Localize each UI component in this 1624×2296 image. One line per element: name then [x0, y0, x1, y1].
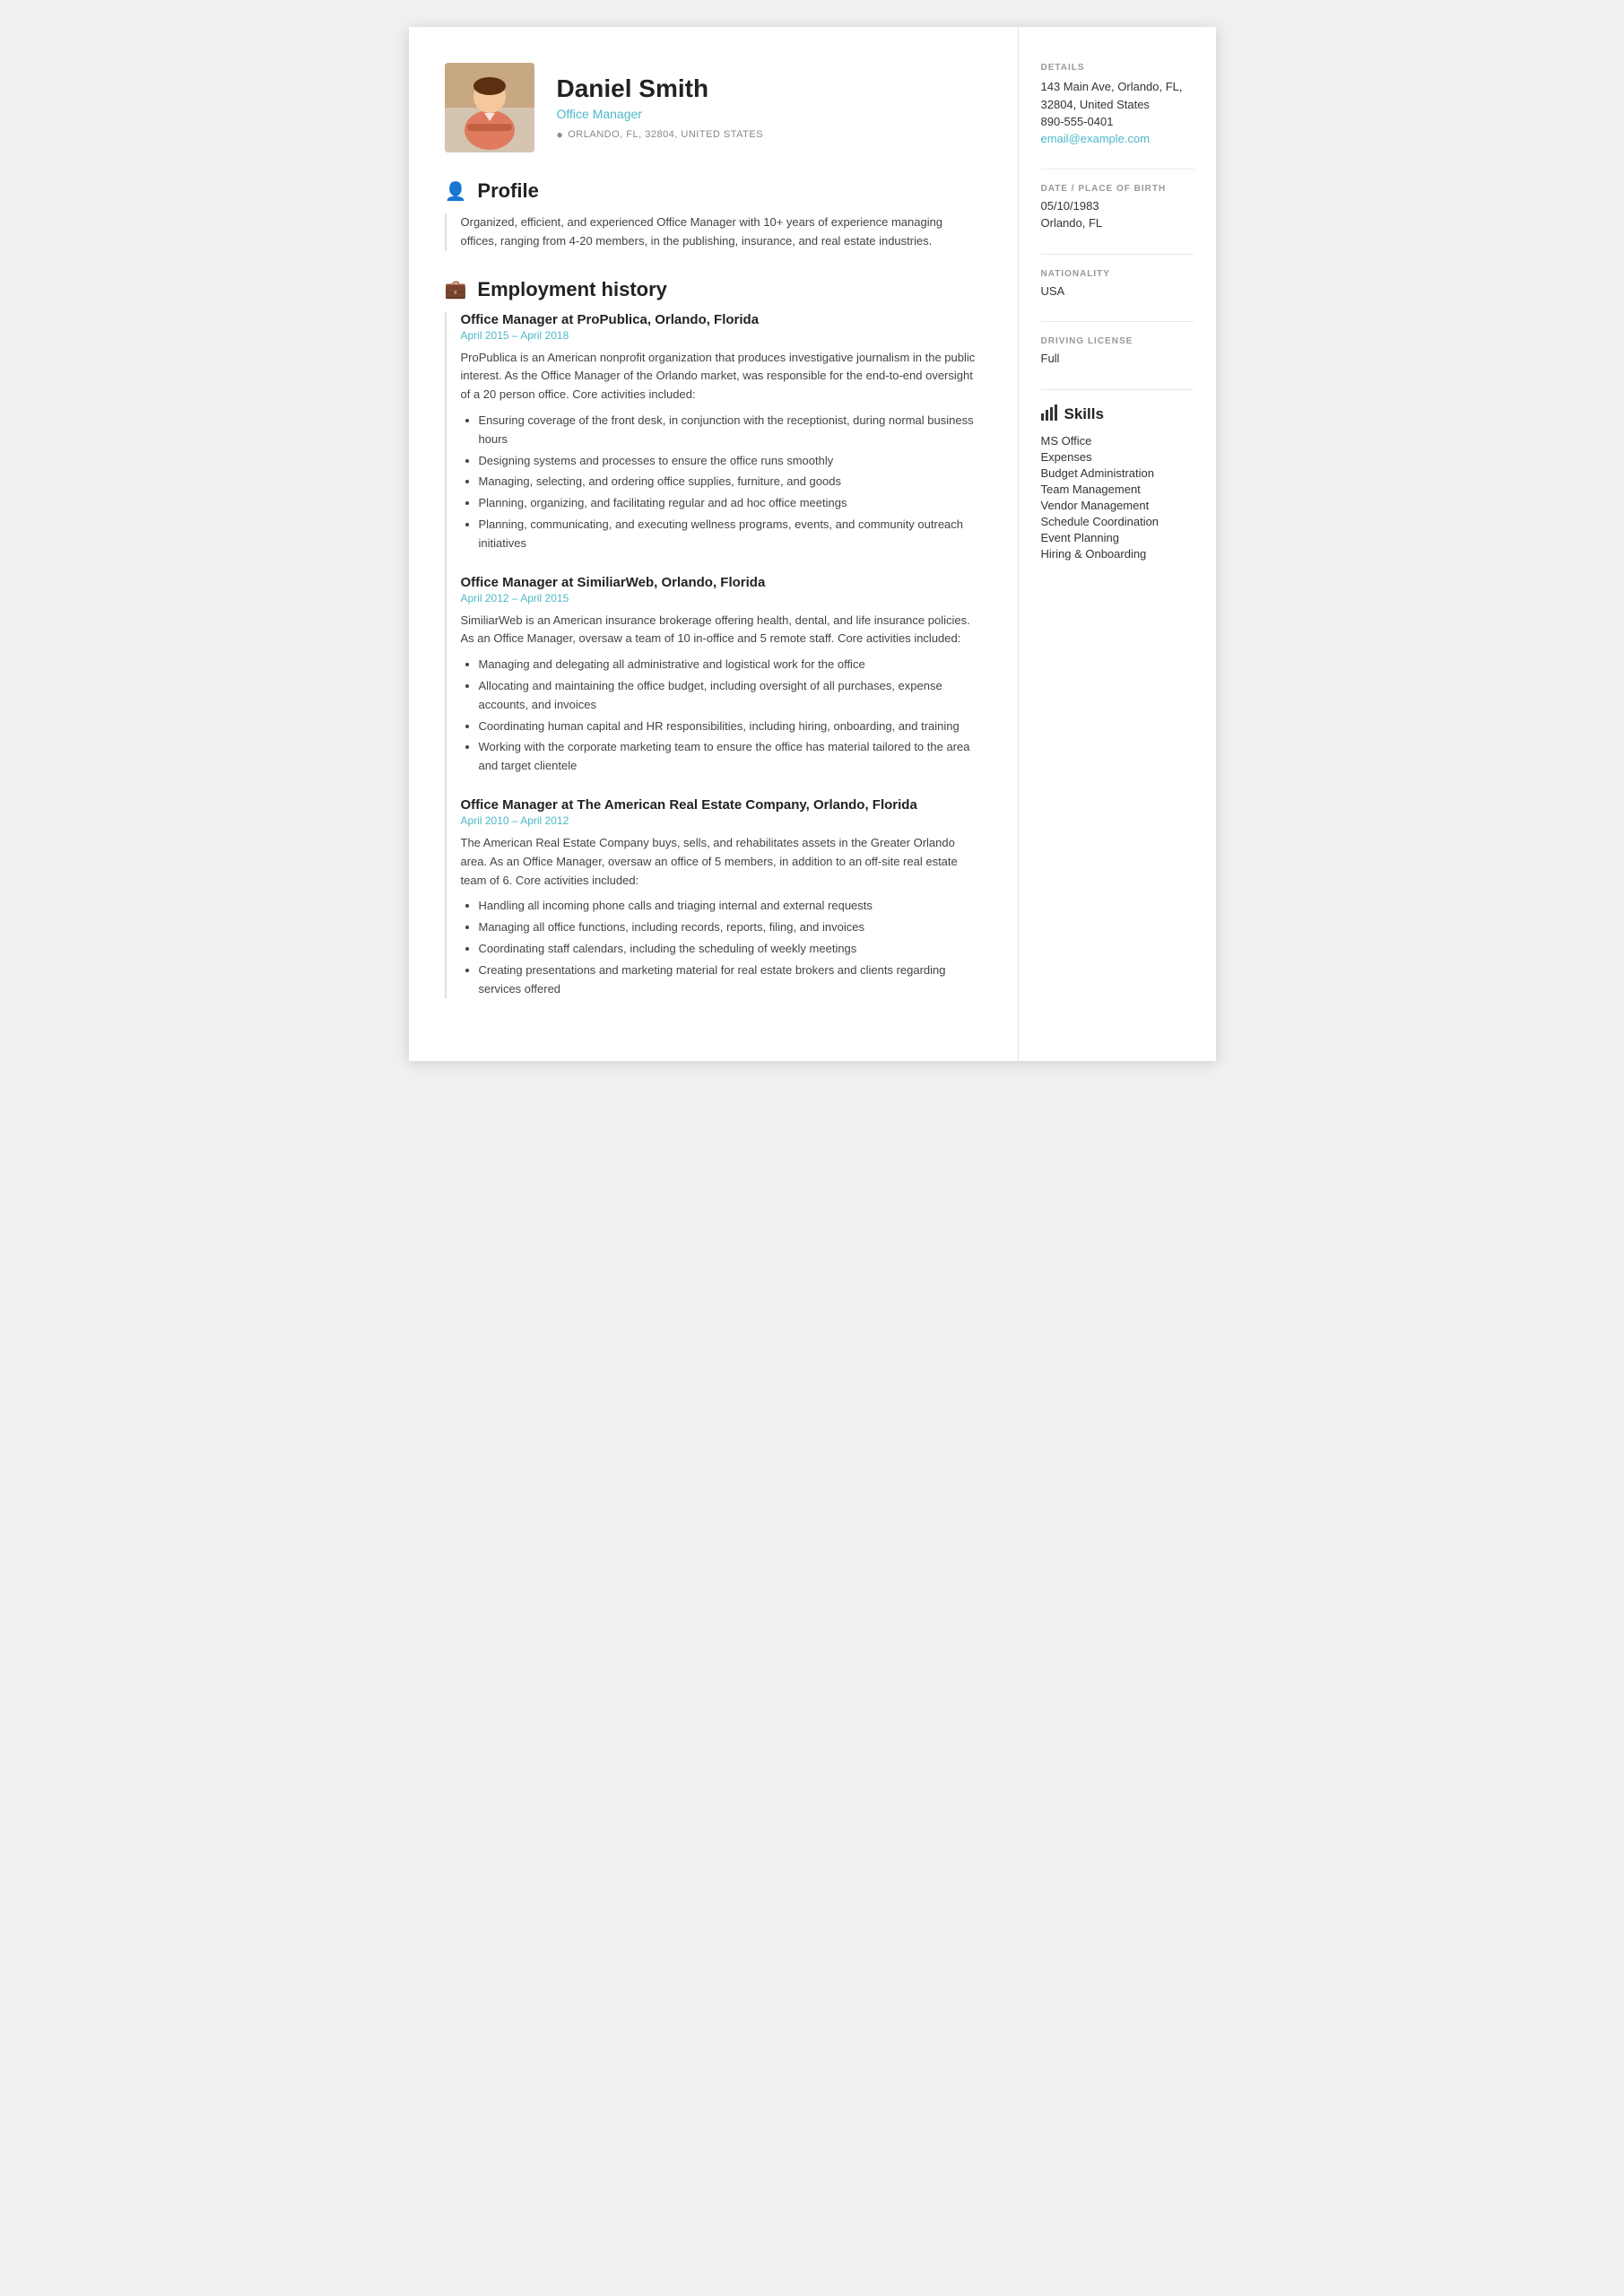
- skill-item: MS Office: [1041, 434, 1194, 448]
- job-title-text: Office Manager at ProPublica, Orlando, F…: [461, 312, 982, 327]
- list-item: Coordinating human capital and HR respon…: [479, 718, 982, 736]
- job-description: ProPublica is an American nonprofit orga…: [461, 349, 982, 404]
- list-item: Allocating and maintaining the office bu…: [479, 677, 982, 715]
- main-content: Daniel Smith Office Manager ● ORLANDO, F…: [409, 27, 1019, 1061]
- skill-item: Budget Administration: [1041, 466, 1194, 480]
- driving-value: Full: [1041, 350, 1194, 368]
- list-item: Coordinating staff calendars, including …: [479, 940, 982, 959]
- skills-list: MS Office Expenses Budget Administration Te…: [1041, 434, 1194, 561]
- skills-title: Skills: [1041, 404, 1194, 425]
- skill-item: Vendor Management: [1041, 499, 1194, 512]
- job-bullets: Handling all incoming phone calls and tr…: [461, 897, 982, 998]
- divider-3: [1041, 321, 1194, 322]
- details-section: Details 143 Main Ave, Orlando, FL, 32804…: [1041, 63, 1194, 147]
- resume-header: Daniel Smith Office Manager ● ORLANDO, F…: [445, 63, 982, 152]
- employment-section: 💼 Employment history Office Manager at P…: [445, 278, 982, 999]
- location-icon: ●: [557, 128, 564, 141]
- driving-section: DRIVING LICENSE Full: [1041, 336, 1194, 368]
- job-description: The American Real Estate Company buys, s…: [461, 834, 982, 890]
- list-item: Handling all incoming phone calls and tr…: [479, 897, 982, 916]
- list-item: Planning, communicating, and executing w…: [479, 516, 982, 553]
- location: ● ORLANDO, FL, 32804, UNITED STATES: [557, 128, 764, 141]
- employment-body: Office Manager at ProPublica, Orlando, F…: [445, 312, 982, 999]
- job-entry: Office Manager at SimiliarWeb, Orlando, …: [461, 575, 982, 776]
- address: 143 Main Ave, Orlando, FL, 32804, United…: [1041, 78, 1194, 113]
- dob-label: DATE / PLACE OF BIRTH: [1041, 184, 1194, 194]
- divider-4: [1041, 389, 1194, 390]
- dob-section: DATE / PLACE OF BIRTH 05/10/1983 Orlando…: [1041, 184, 1194, 232]
- list-item: Managing and delegating all administrati…: [479, 656, 982, 674]
- job-title-text: Office Manager at The American Real Esta…: [461, 797, 982, 813]
- list-item: Creating presentations and marketing mat…: [479, 961, 982, 999]
- skill-item: Hiring & Onboarding: [1041, 547, 1194, 561]
- list-item: Working with the corporate marketing tea…: [479, 738, 982, 776]
- job-bullets: Managing and delegating all administrati…: [461, 656, 982, 776]
- job-dates: April 2012 – April 2015: [461, 592, 982, 604]
- job-dates: April 2010 – April 2012: [461, 814, 982, 827]
- profile-section: 👤 Profile Organized, efficient, and expe…: [445, 179, 982, 251]
- skill-item: Expenses: [1041, 450, 1194, 464]
- skill-item: Team Management: [1041, 483, 1194, 496]
- list-item: Managing all office functions, including…: [479, 918, 982, 937]
- list-item: Designing systems and processes to ensur…: [479, 452, 982, 471]
- list-item: Ensuring coverage of the front desk, in …: [479, 412, 982, 449]
- job-bullets: Ensuring coverage of the front desk, in …: [461, 412, 982, 553]
- phone: 890-555-0401: [1041, 113, 1194, 131]
- divider-1: [1041, 169, 1194, 170]
- details-title: Details: [1041, 63, 1194, 73]
- skills-icon: [1041, 404, 1057, 425]
- skills-section: Skills MS Office Expenses Budget Administr…: [1041, 404, 1194, 561]
- list-item: Planning, organizing, and facilitating r…: [479, 494, 982, 513]
- skill-item: Schedule Coordination: [1041, 515, 1194, 528]
- employment-title: 💼 Employment history: [445, 278, 982, 301]
- list-item: Managing, selecting, and ordering office…: [479, 473, 982, 491]
- nationality-value: USA: [1041, 283, 1194, 300]
- nationality-label: NATIONALITY: [1041, 269, 1194, 279]
- divider-2: [1041, 254, 1194, 255]
- profile-body: Organized, efficient, and experienced Of…: [445, 213, 982, 251]
- job-dates: April 2015 – April 2018: [461, 329, 982, 342]
- nationality-section: NATIONALITY USA: [1041, 269, 1194, 300]
- briefcase-icon: 💼: [445, 278, 467, 300]
- email[interactable]: email@example.com: [1041, 132, 1151, 145]
- profile-icon: 👤: [445, 180, 467, 203]
- job-title: Office Manager: [557, 107, 764, 121]
- dob-place: Orlando, FL: [1041, 214, 1194, 232]
- profile-title: 👤 Profile: [445, 179, 982, 203]
- profile-text: Organized, efficient, and experienced Of…: [461, 213, 982, 251]
- job-entry: Office Manager at ProPublica, Orlando, F…: [461, 312, 982, 553]
- job-title-text: Office Manager at SimiliarWeb, Orlando, …: [461, 575, 982, 590]
- candidate-name: Daniel Smith: [557, 74, 764, 103]
- sidebar: Details 143 Main Ave, Orlando, FL, 32804…: [1019, 27, 1216, 1061]
- avatar: [445, 63, 534, 152]
- job-entry: Office Manager at The American Real Esta…: [461, 797, 982, 998]
- dob-value: 05/10/1983: [1041, 197, 1194, 215]
- location-text: ORLANDO, FL, 32804, UNITED STATES: [568, 129, 763, 140]
- driving-label: DRIVING LICENSE: [1041, 336, 1194, 346]
- skill-item: Event Planning: [1041, 531, 1194, 544]
- header-info: Daniel Smith Office Manager ● ORLANDO, F…: [557, 74, 764, 141]
- resume-container: Daniel Smith Office Manager ● ORLANDO, F…: [409, 27, 1216, 1061]
- job-description: SimiliarWeb is an American insurance bro…: [461, 612, 982, 649]
